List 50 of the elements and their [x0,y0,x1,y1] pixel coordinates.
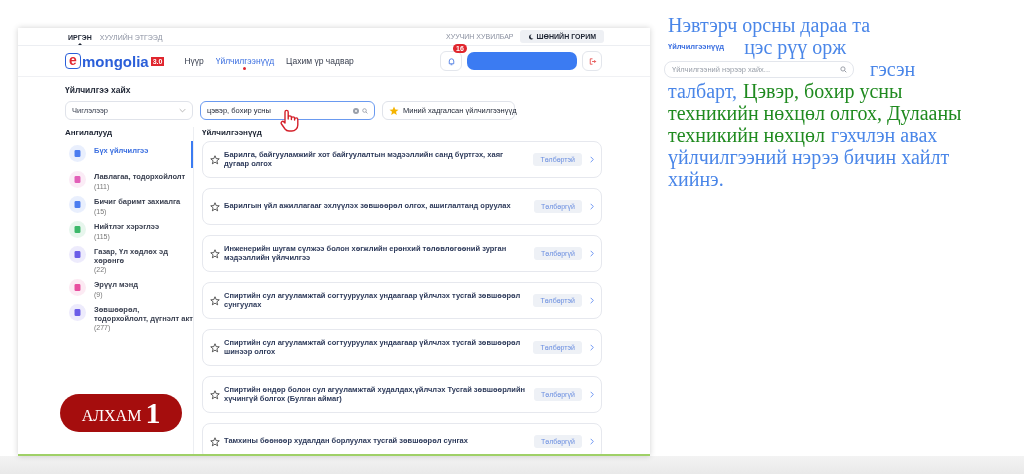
chevron-right-icon[interactable] [590,344,594,351]
star-icon[interactable] [210,154,220,165]
star-icon[interactable] [210,201,220,212]
star-icon[interactable] [210,389,220,400]
nav-link[interactable]: Нүүр [184,52,204,70]
instruction-text: хийнэ. [668,168,724,190]
category-icon [69,145,86,162]
instruction-text: гэсэн [870,58,916,80]
star-icon[interactable] [210,248,220,259]
chevron-right-icon[interactable] [590,391,594,398]
clear-icon[interactable] [353,107,359,114]
services-title: Үйлчилгээнүүд [202,127,263,139]
notifications-button[interactable] [440,51,462,71]
search-title: Үйлчилгээ хайх [65,85,132,95]
chevron-right-icon[interactable] [590,156,594,163]
category-icon [69,304,86,321]
search-icon[interactable] [362,107,368,114]
chevron-right-icon[interactable] [590,203,594,210]
star-icon[interactable] [210,295,220,306]
step-number: 1 [145,396,161,430]
category-icon [69,279,86,296]
bell-icon [446,56,456,66]
instruction-text: талбарт, [668,80,738,102]
category-icon [69,171,86,188]
star-icon [389,105,399,116]
nav-link[interactable]: Үйлчилгээнүүд [215,52,275,70]
chevron-right-icon[interactable] [590,297,594,304]
chevron-right-icon[interactable] [590,250,594,257]
star-icon[interactable] [210,436,220,447]
search-icon [840,65,847,73]
category-icon [69,196,86,213]
step-label: АЛХАМ [81,406,142,425]
account-button[interactable] [467,52,577,70]
instruction-text: цэс рүү орж [744,36,847,58]
instruction-text: үйлчилгээний нэрээ бичин хайлт [668,146,950,168]
instruction-text: техникийн нөхцөл олгох, Дулааны [668,102,962,124]
star-icon[interactable] [210,342,220,353]
nav-link[interactable]: Цахим үр чадвар [286,52,354,70]
category-icon [69,246,86,263]
instruction-text: Цэвэр, бохир усны [743,80,903,102]
instruction-text: Нэвтэрч орсны дараа та [668,14,871,36]
chevron-right-icon[interactable] [590,438,594,445]
instruction-text: гэхчлэн авах [831,124,938,146]
instruction-text: техникийн нөхцөл [668,124,825,146]
logout-button[interactable] [582,51,602,71]
categories-title: Ангилалууд [65,127,114,139]
chevron-down-icon [179,108,186,113]
category-icon [69,221,86,238]
logout-icon [587,56,597,66]
moon-icon [527,33,534,40]
